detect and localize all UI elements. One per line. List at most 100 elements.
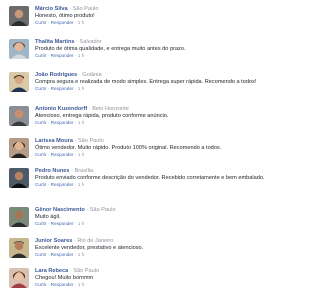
comment-actions: Curtir · Responder · 1 h: [35, 182, 85, 187]
comment-actions: Curtir · Responder · 1 h: [35, 152, 85, 157]
comment-body: Antonio Kuzendorff · Belo Horizonte Aten…: [35, 106, 271, 126]
comment-time: 1 h: [77, 120, 85, 125]
author-name-link[interactable]: Antonio Kuzendorff: [35, 106, 87, 112]
author-name-link[interactable]: Lara Rebeca: [35, 268, 68, 274]
author-location: São Paulo: [77, 138, 104, 144]
like-link[interactable]: Curtir: [35, 86, 46, 91]
comment-text: Compra segura e realizada de modo simple…: [35, 79, 257, 85]
separator: ·: [88, 106, 91, 112]
author-location: Rio de Janeiro: [77, 238, 114, 244]
comment-body: Gênor Nascimento · São Paulo Muito ágil.…: [35, 207, 271, 227]
comment-time: 1 h: [77, 182, 85, 187]
comment-actions: Curtir · Responder · 1 h: [35, 221, 85, 226]
comment-time: 1 h: [77, 252, 85, 257]
like-link[interactable]: Curtir: [35, 252, 46, 257]
reply-link[interactable]: Responder: [51, 152, 74, 157]
comment-actions: Curtir · Responder · 1 h: [35, 282, 85, 287]
like-link[interactable]: Curtir: [35, 282, 46, 287]
reply-link[interactable]: Responder: [51, 221, 74, 226]
author-location: São Paulo: [73, 268, 100, 274]
comment-body: João Rodrigues · Goiânia Compra segura e…: [35, 72, 271, 92]
profile-photo-icon: [9, 106, 29, 126]
separator: ·: [74, 138, 77, 144]
comment-header: Márcio Silva · São Paulo: [35, 6, 271, 13]
profile-photo-icon: [9, 207, 29, 227]
author-location: Brasília: [74, 168, 94, 174]
comment-body: Márcio Silva · São Paulo Honesto, ótimo …: [35, 6, 271, 26]
comment-time: 1 h: [77, 20, 85, 25]
comment-text: Honesto, ótimo produto!: [35, 13, 95, 19]
author-location: Salvador: [79, 39, 102, 45]
author-name-link[interactable]: Márcio Silva: [35, 6, 68, 12]
reply-link[interactable]: Responder: [51, 20, 74, 25]
comment-actions: Curtir · Responder · 1 h: [35, 120, 85, 125]
separator: ·: [69, 6, 72, 12]
reply-link[interactable]: Responder: [51, 53, 74, 58]
comment-body: Pedro Nunes · Brasília Produto enviado c…: [35, 168, 271, 188]
comment-header: Antonio Kuzendorff · Belo Horizonte: [35, 106, 271, 113]
profile-photo-icon: [9, 138, 29, 158]
avatar[interactable]: [9, 106, 29, 126]
comment-actions: Curtir · Responder · 1 h: [35, 53, 85, 58]
comment-actions: Curtir · Responder · 1 h: [35, 252, 85, 257]
separator: ·: [73, 238, 76, 244]
reply-link[interactable]: Responder: [51, 252, 74, 257]
comment-body: Junior Soares · Rio de Janeiro Excelente…: [35, 238, 271, 258]
author-location: Goiânia: [82, 72, 102, 78]
comment-actions: Curtir · Responder · 1 h: [35, 20, 85, 25]
comment-body: Larissa Moura · São Paulo Ótimo vendedor…: [35, 138, 271, 158]
author-name-link[interactable]: João Rodrigues: [35, 72, 77, 78]
like-link[interactable]: Curtir: [35, 120, 46, 125]
like-link[interactable]: Curtir: [35, 152, 46, 157]
author-name-link[interactable]: Junior Soares: [35, 238, 72, 244]
profile-photo-icon: [9, 268, 29, 288]
comment-header: João Rodrigues · Goiânia: [35, 72, 271, 79]
author-name-link[interactable]: Larissa Moura: [35, 138, 73, 144]
comment-time: 1 h: [77, 221, 85, 226]
comment-text: Produto enviado conforme descrição do ve…: [35, 175, 265, 181]
avatar[interactable]: [9, 72, 29, 92]
profile-photo-icon: [9, 72, 29, 92]
author-location: São Paulo: [72, 6, 99, 12]
separator: ·: [69, 268, 72, 274]
comment-body: Thalita Martins · Salvador Produto de ót…: [35, 39, 271, 59]
comment-time: 1 h: [77, 86, 85, 91]
comment-body: Lara Rebeca · São Paulo Chegou! Muito bo…: [35, 268, 271, 288]
avatar[interactable]: [9, 207, 29, 227]
reply-link[interactable]: Responder: [51, 282, 74, 287]
separator: ·: [76, 39, 78, 45]
comments-feed: Márcio Silva · São Paulo Honesto, ótimo …: [0, 0, 277, 300]
comment-text: Chegou! Muito bommm: [35, 275, 94, 281]
comment-header: Thalita Martins · Salvador: [35, 39, 271, 46]
author-name-link[interactable]: Thalita Martins: [35, 39, 74, 45]
like-link[interactable]: Curtir: [35, 53, 46, 58]
comment-header: Larissa Moura · São Paulo: [35, 138, 271, 145]
author-location: Belo Horizonte: [92, 106, 129, 112]
profile-photo-icon: [9, 238, 29, 258]
reply-link[interactable]: Responder: [51, 120, 74, 125]
author-location: São Paulo: [89, 207, 116, 213]
like-link[interactable]: Curtir: [35, 182, 46, 187]
author-name-link[interactable]: Pedro Nunes: [35, 168, 70, 174]
author-name-link[interactable]: Gênor Nascimento: [35, 207, 85, 213]
comment-text: Produto de ótima qualidade, e entrega mu…: [35, 46, 186, 52]
avatar[interactable]: [9, 138, 29, 158]
like-link[interactable]: Curtir: [35, 221, 46, 226]
reply-link[interactable]: Responder: [51, 86, 74, 91]
comment-header: Gênor Nascimento · São Paulo: [35, 207, 271, 214]
avatar[interactable]: [9, 268, 29, 288]
separator: ·: [78, 72, 81, 78]
avatar[interactable]: [9, 168, 29, 188]
avatar[interactable]: [9, 238, 29, 258]
avatar[interactable]: [9, 6, 29, 26]
comment-time: 1 h: [77, 152, 85, 157]
reply-link[interactable]: Responder: [51, 182, 74, 187]
comment-text: Ótimo vendedor. Muito rápido. Produto 10…: [35, 145, 222, 151]
like-link[interactable]: Curtir: [35, 20, 46, 25]
comment-text: Muito ágil.: [35, 214, 61, 220]
separator: ·: [86, 207, 89, 213]
comment-time: 1 h: [77, 53, 85, 58]
separator: ·: [71, 168, 73, 174]
comment-actions: Curtir · Responder · 1 h: [35, 86, 85, 91]
avatar[interactable]: [9, 39, 29, 59]
